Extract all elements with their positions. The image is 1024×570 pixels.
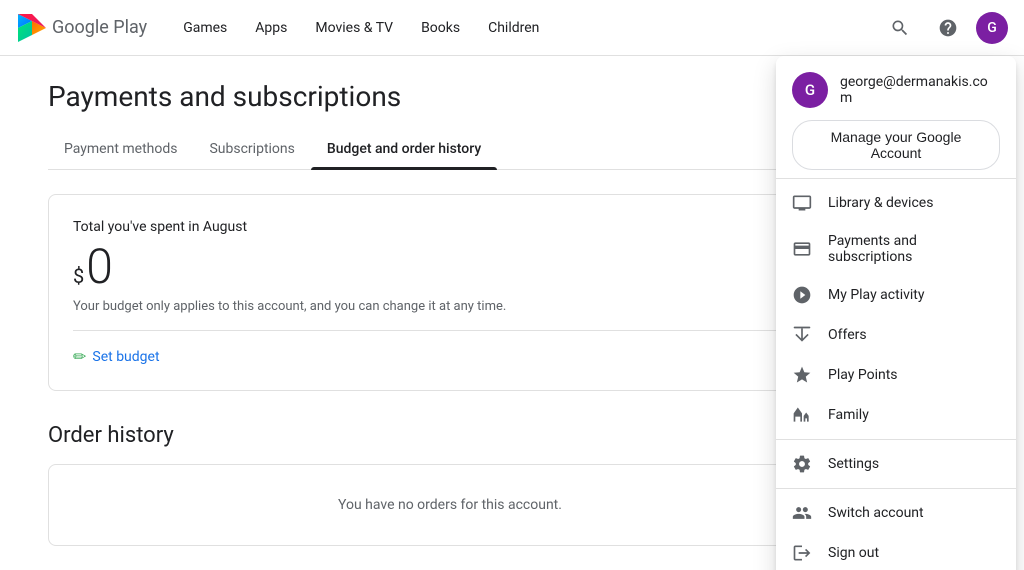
dropdown-item-activity-label: My Play activity <box>828 287 924 303</box>
header: Google Play Games Apps Movies & TV Books… <box>0 0 1024 56</box>
nav-games[interactable]: Games <box>171 14 239 42</box>
dropdown-divider-2 <box>776 439 1016 440</box>
card-divider <box>73 330 827 331</box>
dropdown-item-activity[interactable]: My Play activity <box>776 275 1016 315</box>
activity-icon <box>792 285 812 305</box>
budget-note: Your budget only applies to this account… <box>73 299 827 314</box>
budget-card: Total you've spent in August $ 0 Your bu… <box>48 194 852 391</box>
dropdown-divider-3 <box>776 488 1016 489</box>
nav-movies[interactable]: Movies & TV <box>303 14 405 42</box>
dropdown-divider-1 <box>776 178 1016 179</box>
offers-icon <box>792 325 812 345</box>
amount-value: 0 <box>86 243 113 291</box>
account-avatar-button[interactable]: G <box>976 12 1008 44</box>
search-button[interactable] <box>880 8 920 48</box>
dropdown-header: G george@dermanakis.com <box>776 56 1016 120</box>
dropdown-item-settings-label: Settings <box>828 456 879 472</box>
tabs: Payment methods Subscriptions Budget and… <box>48 129 852 170</box>
tab-subscriptions[interactable]: Subscriptions <box>193 129 310 169</box>
pencil-icon: ✏ <box>73 347 86 366</box>
family-icon <box>792 405 812 425</box>
tab-payment-methods[interactable]: Payment methods <box>48 129 193 169</box>
budget-card-title: Total you've spent in August <box>73 219 827 235</box>
play-logo-icon <box>16 12 48 44</box>
dropdown-avatar: G <box>792 72 828 108</box>
account-dropdown: G george@dermanakis.com Manage your Goog… <box>776 56 1016 570</box>
nav-books[interactable]: Books <box>409 14 472 42</box>
empty-orders-message: You have no orders for this account. <box>48 464 852 546</box>
dropdown-item-payments-label: Payments and subscriptions <box>828 233 1000 265</box>
dropdown-item-points-label: Play Points <box>828 367 898 383</box>
order-history-title: Order history <box>48 423 852 448</box>
help-button[interactable] <box>928 8 968 48</box>
set-budget-label: Set budget <box>92 349 159 365</box>
library-icon <box>792 193 812 213</box>
tab-budget-order-history[interactable]: Budget and order history <box>311 129 497 169</box>
payments-icon <box>792 239 812 259</box>
nav-apps[interactable]: Apps <box>243 14 299 42</box>
dollar-sign: $ <box>73 264 84 288</box>
main-nav: Games Apps Movies & TV Books Children <box>171 14 880 42</box>
budget-amount: $ 0 <box>73 243 827 291</box>
dropdown-email: george@dermanakis.com <box>840 74 1000 106</box>
main-content: Payments and subscriptions Payment metho… <box>0 56 900 570</box>
manage-account-button[interactable]: Manage your Google Account <box>792 120 1000 170</box>
dropdown-item-switch[interactable]: Switch account <box>776 493 1016 533</box>
dropdown-item-offers-label: Offers <box>828 327 867 343</box>
dropdown-item-payments[interactable]: Payments and subscriptions <box>776 223 1016 275</box>
switch-icon <box>792 503 812 523</box>
set-budget-link[interactable]: ✏ Set budget <box>73 347 827 366</box>
dropdown-item-offers[interactable]: Offers <box>776 315 1016 355</box>
header-actions: G <box>880 8 1008 48</box>
page-title: Payments and subscriptions <box>48 80 852 113</box>
dropdown-item-library-label: Library & devices <box>828 195 933 211</box>
logo-text: Google Play <box>52 17 147 38</box>
dropdown-item-points[interactable]: Play Points <box>776 355 1016 395</box>
search-icon <box>890 18 910 38</box>
dropdown-item-family-label: Family <box>828 407 869 423</box>
settings-icon <box>792 454 812 474</box>
help-icon <box>938 18 958 38</box>
logo: Google Play <box>16 12 147 44</box>
nav-children[interactable]: Children <box>476 14 551 42</box>
dropdown-item-switch-label: Switch account <box>828 505 924 521</box>
dropdown-item-settings[interactable]: Settings <box>776 444 1016 484</box>
points-icon <box>792 365 812 385</box>
dropdown-item-family[interactable]: Family <box>776 395 1016 435</box>
dropdown-item-library[interactable]: Library & devices <box>776 183 1016 223</box>
